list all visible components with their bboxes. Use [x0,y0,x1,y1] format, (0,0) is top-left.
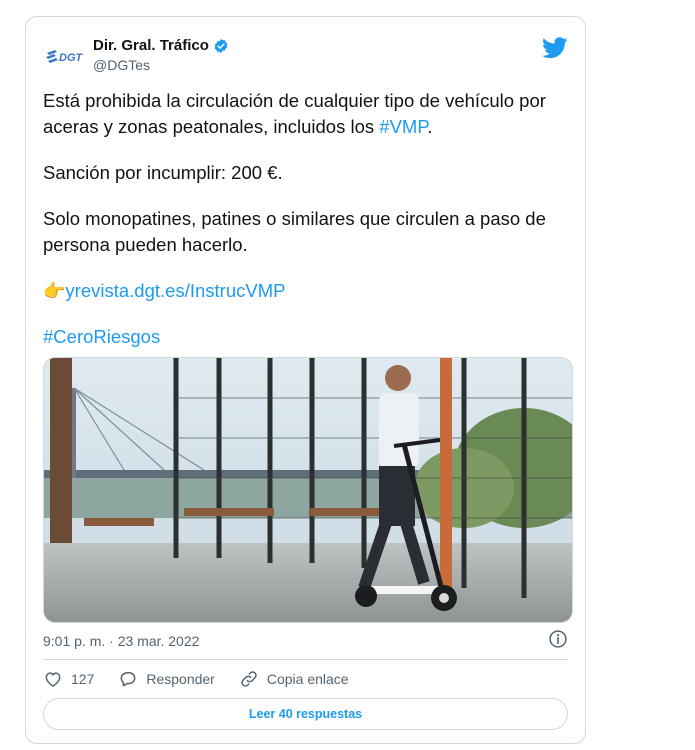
tweet-link-line: 👉yrevista.dgt.es/InstrucVMP [43,278,573,304]
reply-label: Responder [146,671,215,687]
reply-icon [120,672,136,687]
copy-link-label: Copia enlace [266,671,349,687]
tweet-card: DGT Dir. Gral. Tráfico @DGTes Está prohi… [25,16,586,744]
tweet-actions: 127 Responder Copia enlace [43,669,373,689]
tweet-paragraph-2: Sanción por incumplir: 200 €. [43,162,283,183]
divider [43,659,568,660]
read-replies-button[interactable]: Leer 40 respuestas [43,698,568,730]
scooter-photo-illustration [44,358,572,622]
tweet-paragraph-1: Está prohibida la circulación de cualqui… [43,88,573,140]
dgt-logo[interactable]: DGT [45,45,89,67]
tweet-hashtag-line: #CeroRiesgos [43,324,573,350]
tweet-text: Está prohibida la circulación de cualqui… [43,88,573,370]
hashtag-ceroriesgos-link[interactable]: #CeroRiesgos [43,326,160,347]
logo-text: DGT [59,52,84,64]
verified-badge-icon [214,38,228,53]
paragraph-1-end: . [427,116,433,137]
copy-link-button[interactable]: Copia enlace [239,669,349,689]
hashtag-vmp-link[interactable]: #VMP [379,116,427,137]
like-count: 127 [71,671,95,687]
paragraph-1-text: Está prohibida la circulación de cualqui… [43,90,546,137]
author-row: Dir. Gral. Tráfico [93,37,229,54]
tweet-header: DGT Dir. Gral. Tráfico @DGTes [43,37,568,77]
like-button[interactable]: 127 [43,669,94,689]
tweet-photo[interactable] [43,357,573,623]
copy-link-icon [241,671,257,687]
pointing-hand-icon: 👉 [43,281,66,301]
tweet-timestamp[interactable]: 9:01 p. m. · 23 mar. 2022 [43,633,199,649]
author-name[interactable]: Dir. Gral. Tráfico [93,37,209,54]
twitter-bird-icon[interactable] [542,37,568,59]
heart-icon [45,672,61,687]
tweet-paragraph-3: Solo monopatines, patines o similares qu… [43,208,546,255]
reply-button[interactable]: Responder [118,669,215,689]
article-link[interactable]: yrevista.dgt.es/InstrucVMP [65,280,285,301]
info-icon[interactable] [548,629,568,649]
author-handle[interactable]: @DGTes [93,57,150,73]
